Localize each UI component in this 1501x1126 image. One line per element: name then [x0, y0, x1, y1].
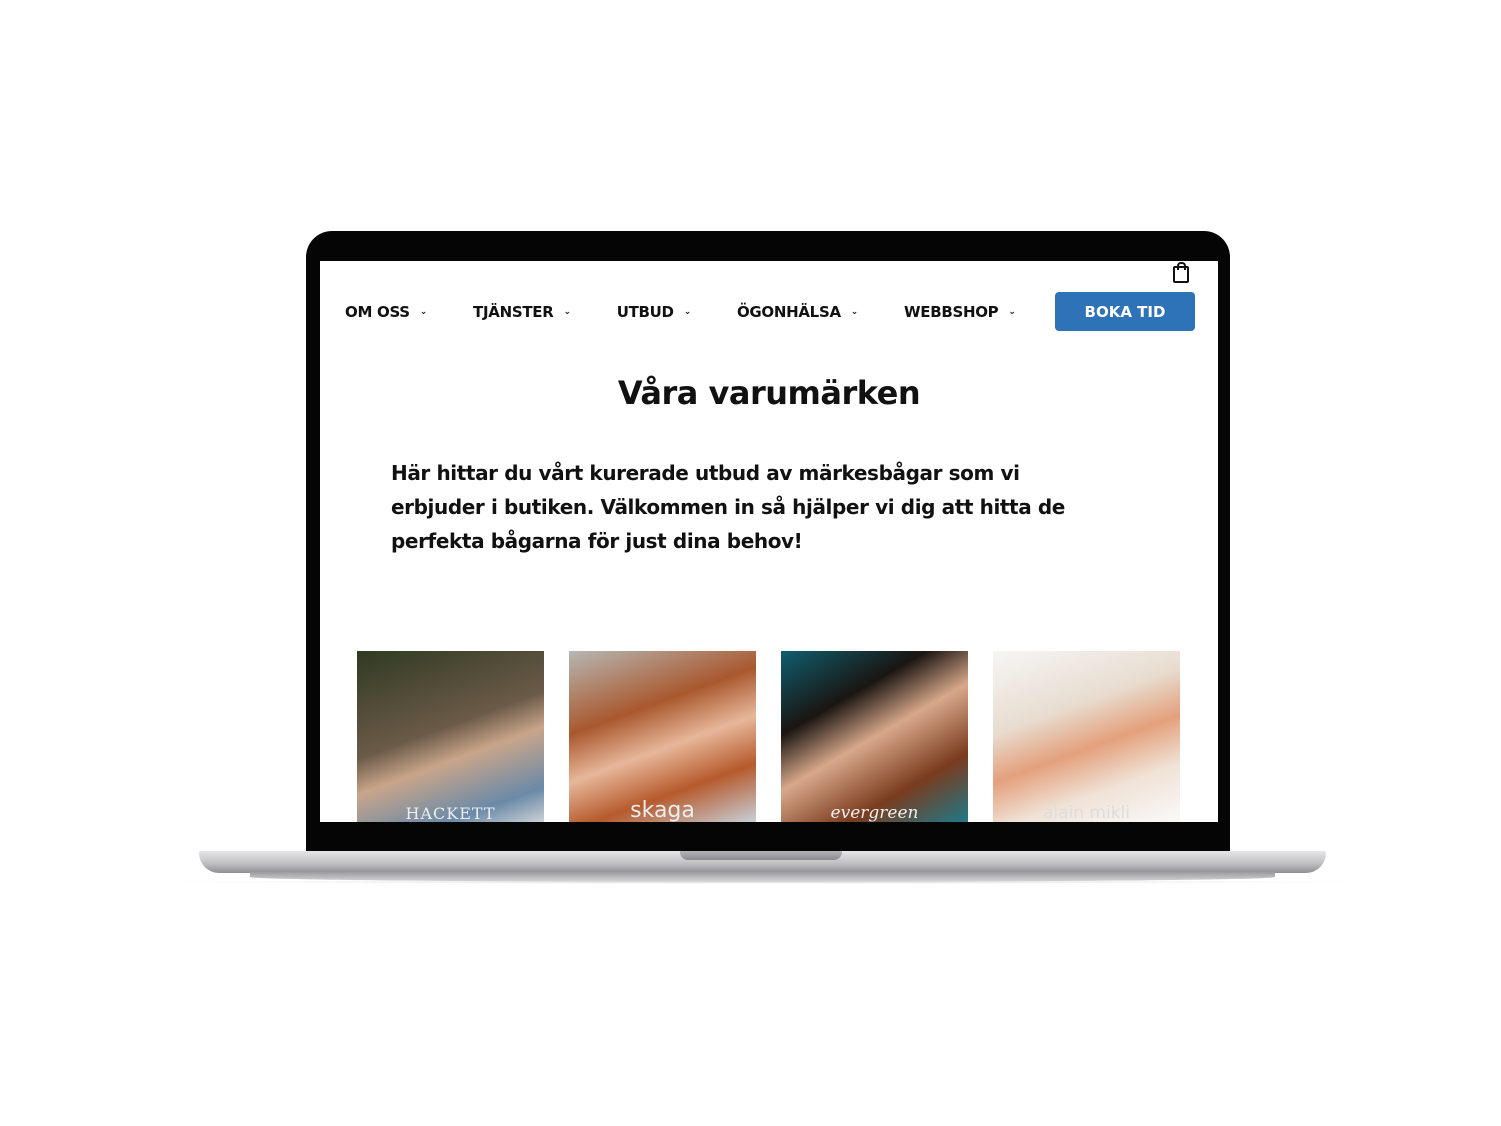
intro-text: Här hittar du vårt kurerade utbud av mär…	[391, 461, 1065, 553]
nav-label: UTBUD	[616, 303, 674, 321]
nav-label: ÖGONHÄLSA	[736, 303, 841, 321]
brand-logo: HACKETT	[405, 804, 496, 822]
chevron-down-icon: ⌄	[1008, 307, 1016, 317]
nav-label: TJÄNSTER	[473, 303, 554, 321]
shopping-bag-icon[interactable]	[1173, 262, 1189, 283]
nav-label: OM OSS	[345, 303, 410, 321]
brand-logo: evergreen	[830, 803, 919, 822]
chevron-down-icon: ⌄	[419, 307, 428, 317]
nav-label: WEBBSHOP	[904, 303, 999, 321]
laptop-notch	[680, 851, 842, 860]
brand-card-alain-mikli[interactable]: alain mikli	[993, 651, 1180, 822]
nav-ogonhalsa[interactable]: ÖGONHÄLSA ⌄	[737, 303, 858, 321]
laptop-screen: OM OSS ⌄ TJÄNSTER ⌄ UTBUD ⌄ ÖGONHÄLSA ⌄ WEBB…	[320, 261, 1218, 822]
chevron-down-icon: ⌄	[683, 307, 692, 317]
brand-card-evergreen[interactable]: evergreen	[781, 651, 968, 822]
nav-om-oss[interactable]: OM OSS ⌄	[345, 303, 427, 321]
brand-logo: skaga	[630, 798, 695, 822]
chevron-down-icon: ⌄	[850, 307, 859, 317]
nav-tjanster[interactable]: TJÄNSTER ⌄	[473, 303, 571, 321]
nav-utbud[interactable]: UTBUD ⌄	[616, 303, 692, 321]
laptop-base-bottom	[250, 872, 1275, 882]
chevron-down-icon: ⌄	[563, 307, 571, 317]
brand-card-hackett[interactable]: HACKETT	[357, 651, 544, 822]
page-title: Våra varumärken	[617, 374, 921, 412]
brand-card-skaga[interactable]: skaga	[569, 651, 756, 822]
brand-logo: alain mikli	[1042, 803, 1131, 822]
boka-tid-button[interactable]: BOKA TID	[1055, 292, 1195, 331]
main-nav: OM OSS ⌄ TJÄNSTER ⌄ UTBUD ⌄ ÖGONHÄLSA ⌄ WEBB…	[345, 303, 1062, 321]
nav-webbshop[interactable]: WEBBSHOP ⌄	[904, 303, 1016, 321]
